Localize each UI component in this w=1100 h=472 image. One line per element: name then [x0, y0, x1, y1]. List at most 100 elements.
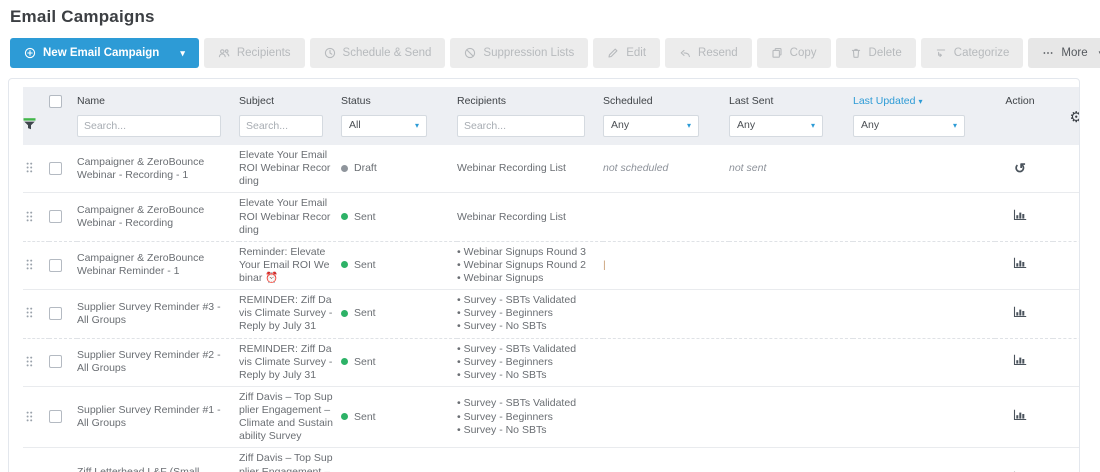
campaign-recipients: • Webinar Signups Round 3• Webinar Signu… — [457, 241, 603, 289]
campaign-scheduled — [603, 290, 729, 338]
recipients-search-input[interactable] — [457, 115, 585, 137]
campaign-status: Sent — [341, 386, 457, 448]
campaign-name: Supplier Survey Reminder #2 - All Groups — [77, 338, 239, 386]
campaign-name: Supplier Survey Reminder #1 - All Groups — [77, 386, 239, 448]
name-search-input[interactable] — [77, 115, 221, 137]
gear-spacer — [1053, 145, 1080, 193]
chart-icon[interactable] — [1013, 306, 1027, 318]
table-settings-gear-icon[interactable]: ⚙ — [1070, 109, 1080, 126]
drag-handle[interactable] — [23, 160, 36, 175]
button-label: Recipients — [237, 47, 291, 59]
schedule-send-button[interactable]: Schedule & Send — [310, 38, 446, 68]
campaign-subject: REMINDER: Ziff Davis Climate Survey - Re… — [239, 338, 341, 386]
campaign-last-updated — [853, 241, 995, 289]
chevron-down-icon: ▾ — [953, 121, 957, 131]
status-filter-select[interactable]: All▾ — [341, 115, 427, 137]
scheduled-filter-select[interactable]: Any▾ — [603, 115, 699, 137]
column-header-scheduled[interactable]: Scheduled — [603, 87, 729, 111]
history-icon[interactable]: ↺ — [1014, 161, 1026, 175]
status-label: Sent — [354, 411, 376, 423]
campaign-scheduled — [603, 193, 729, 241]
campaign-last-updated — [853, 386, 995, 448]
row-checkbox[interactable] — [49, 307, 62, 320]
subject-search-input[interactable] — [239, 115, 323, 137]
gear-spacer — [1053, 241, 1080, 289]
row-checkbox[interactable] — [49, 259, 62, 272]
table-row: Supplier Survey Reminder #1 - All Groups… — [23, 386, 1080, 448]
campaign-last-sent: not sent — [729, 145, 853, 193]
edit-button[interactable]: Edit — [593, 38, 660, 68]
delete-button[interactable]: Delete — [836, 38, 916, 68]
campaign-name: Ziff Letterhead L&F (Small Logo - No Img… — [77, 448, 239, 472]
recipient-list-item: • Survey - SBTs Validated — [457, 397, 595, 410]
column-header-status[interactable]: Status — [341, 87, 457, 111]
gear-spacer — [1053, 448, 1080, 472]
users-icon — [218, 47, 230, 59]
select-all-checkbox[interactable] — [49, 95, 62, 108]
recipient-list-item: • Survey - SBTs Validated — [457, 294, 595, 307]
chart-icon[interactable] — [1013, 409, 1027, 421]
resend-icon — [679, 47, 691, 59]
recipient-list-item: • Survey - No SBTs — [457, 424, 595, 437]
column-header-action: Action — [995, 87, 1053, 111]
filter-spacer — [49, 111, 77, 145]
column-header-last-sent[interactable]: Last Sent — [729, 87, 853, 111]
button-label: Resend — [698, 47, 738, 59]
column-header-name[interactable]: Name — [77, 87, 239, 111]
row-checkbox[interactable] — [49, 210, 62, 223]
row-checkbox[interactable] — [49, 410, 62, 423]
new-email-campaign-button[interactable]: New Email Campaign▾ — [10, 38, 199, 68]
chart-icon[interactable] — [1013, 354, 1027, 366]
campaign-last-updated — [853, 448, 995, 472]
button-label: Delete — [869, 47, 902, 59]
button-label: More — [1061, 47, 1087, 59]
campaign-name: Campaigner & ZeroBounce Webinar - Record… — [77, 193, 239, 241]
chart-icon[interactable] — [1013, 209, 1027, 221]
last-updated-filter-select[interactable]: Any▾ — [853, 115, 965, 137]
suppression-lists-button[interactable]: Suppression Lists — [450, 38, 588, 68]
campaigns-table: Name Subject Status Recipients Scheduled… — [23, 87, 1080, 472]
recipient-list-item: • Webinar Signups Round 3 — [457, 246, 595, 259]
campaign-subject: Ziff Davis – Top Supplier Engagement – C… — [239, 386, 341, 448]
column-header-subject[interactable]: Subject — [239, 87, 341, 111]
drag-handle[interactable] — [23, 257, 36, 272]
more-button[interactable]: More▾ — [1028, 38, 1100, 68]
campaign-last-sent — [729, 448, 853, 472]
campaign-last-sent — [729, 386, 853, 448]
campaigns-panel: Name Subject Status Recipients Scheduled… — [8, 78, 1080, 472]
campaign-action-cell: ↺ — [995, 145, 1053, 193]
row-checkbox[interactable] — [49, 162, 62, 175]
status-dot-icon — [341, 261, 348, 268]
column-header-recipients[interactable]: Recipients — [457, 87, 603, 111]
copy-button[interactable]: Copy — [757, 38, 831, 68]
table-row: Ziff Letterhead L&F (Small Logo - No Img… — [23, 448, 1080, 472]
campaign-scheduled: not scheduled — [603, 145, 729, 193]
row-checkbox[interactable] — [49, 355, 62, 368]
button-label: Copy — [790, 47, 817, 59]
chart-icon[interactable] — [1013, 257, 1027, 269]
drag-handle[interactable] — [23, 409, 36, 424]
categorize-button[interactable]: Categorize — [921, 38, 1024, 68]
drag-handle[interactable] — [23, 305, 36, 320]
last-sent-filter-select[interactable]: Any▾ — [729, 115, 823, 137]
status-dot-icon — [341, 310, 348, 317]
recipients-button[interactable]: Recipients — [204, 38, 305, 68]
button-label: Edit — [626, 47, 646, 59]
trash-icon — [850, 47, 862, 59]
campaign-name: Supplier Survey Reminder #3 - All Groups — [77, 290, 239, 338]
table-row: Campaigner & ZeroBounce Webinar - Record… — [23, 193, 1080, 241]
filter-funnel-icon[interactable] — [23, 117, 36, 130]
drag-handle[interactable] — [23, 209, 36, 224]
campaign-scheduled — [603, 448, 729, 472]
pencil-icon — [607, 47, 619, 59]
drag-handle[interactable] — [23, 354, 36, 369]
resend-button[interactable]: Resend — [665, 38, 752, 68]
copy-icon — [771, 47, 783, 59]
column-header-last-updated[interactable]: Last Updated▾ — [853, 87, 995, 111]
campaign-last-sent — [729, 290, 853, 338]
table-header: Name Subject Status Recipients Scheduled… — [23, 87, 1080, 145]
recipient-list-item: • Webinar Signups Round 2 — [457, 259, 595, 272]
campaign-status: Sent — [341, 448, 457, 472]
categorize-icon — [935, 47, 947, 59]
campaign-action-cell — [995, 290, 1053, 338]
